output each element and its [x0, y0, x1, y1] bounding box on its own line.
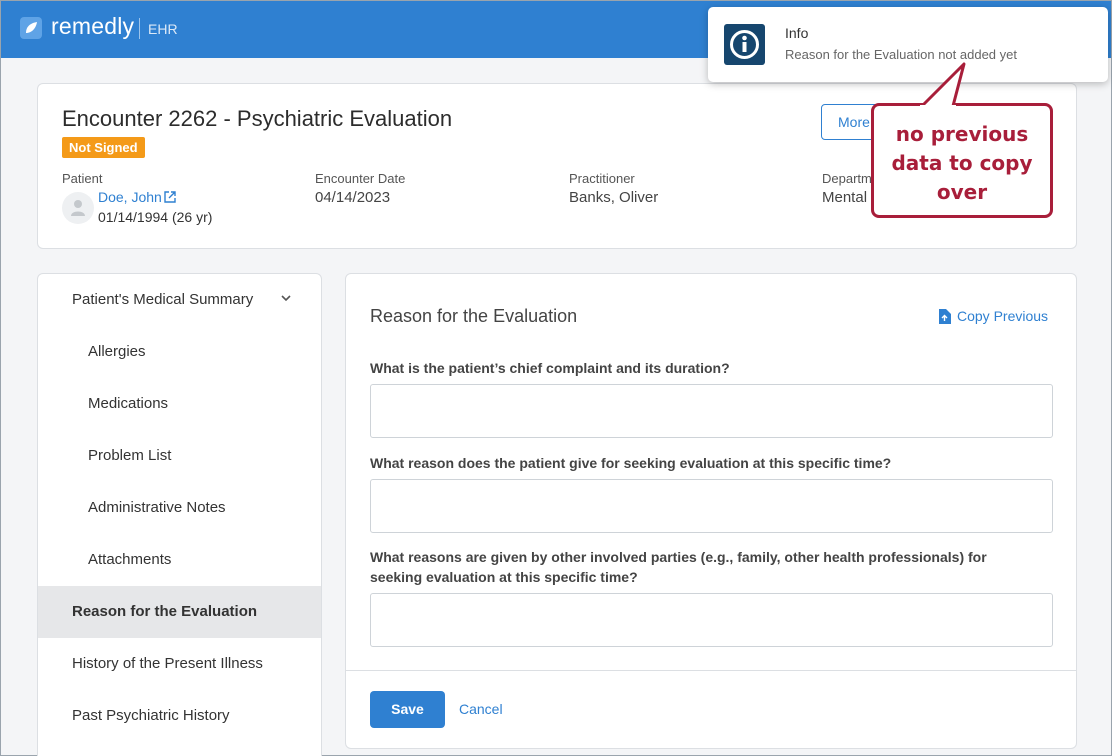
copy-document-icon[interactable]	[938, 309, 951, 324]
status-badge: Not Signed	[62, 137, 145, 158]
patient-name-link[interactable]: Doe, John	[98, 189, 176, 205]
sidebar-item-allergies[interactable]: Allergies	[38, 326, 321, 378]
sidebar-item-problem-list[interactable]: Problem List	[38, 430, 321, 482]
section-title: Reason for the Evaluation	[370, 306, 578, 326]
remedly-logo-icon	[20, 17, 42, 39]
copy-previous-button[interactable]: Copy Previous	[938, 308, 1048, 324]
brand-name[interactable]: remedly	[51, 13, 134, 40]
annotation-callout: no previous data to copy over	[871, 103, 1053, 218]
sidebar-item-medical-summary[interactable]: Patient's Medical Summary	[38, 274, 321, 326]
logo-divider	[139, 18, 140, 39]
chief-complaint-input[interactable]	[370, 384, 1053, 438]
toast-message: Reason for the Evaluation not added yet	[785, 47, 1017, 62]
evaluation-form-card: Reason for the Evaluation Copy Previous …	[345, 273, 1077, 749]
sidebar-item-reason-for-evaluation[interactable]: Reason for the Evaluation	[38, 586, 321, 638]
patient-label: Patient	[62, 171, 103, 186]
page-title: Encounter 2262 - Psychiatric Evaluation	[62, 106, 453, 131]
cancel-button[interactable]: Cancel	[459, 701, 503, 717]
encounter-date-value: 04/14/2023	[315, 189, 391, 206]
department-value: Mental	[822, 189, 868, 206]
sidebar-item-administrative-notes[interactable]: Administrative Notes	[38, 482, 321, 534]
question-1-label: What is the patient’s chief complaint an…	[370, 360, 730, 376]
other-parties-reasons-input[interactable]	[370, 593, 1053, 647]
save-button[interactable]: Save	[370, 691, 445, 728]
encounter-date-label: Encounter Date	[315, 171, 406, 186]
module-name: EHR	[148, 21, 178, 37]
sidebar-item-history-present-illness[interactable]: History of the Present Illness	[38, 638, 321, 690]
question-3-label: What reasons are given by other involved…	[370, 549, 987, 585]
annotation-text: no previous data to copy over	[891, 122, 1033, 204]
sidebar-item-label: Patient's Medical Summary	[72, 291, 254, 308]
practitioner-label: Practitioner	[569, 171, 635, 186]
info-icon	[724, 24, 765, 65]
department-label: Departm	[822, 171, 872, 186]
patient-avatar-icon	[62, 192, 94, 224]
patient-name[interactable]: Doe, John	[98, 189, 162, 205]
sidebar-navigation: Patient's Medical Summary Allergies Medi…	[37, 273, 322, 756]
question-2-label: What reason does the patient give for se…	[370, 455, 892, 471]
external-link-icon[interactable]	[164, 191, 176, 203]
copy-previous-label[interactable]: Copy Previous	[957, 308, 1048, 324]
practitioner-value: Banks, Oliver	[569, 189, 659, 206]
chevron-down-icon[interactable]	[281, 295, 291, 302]
sidebar-item-past-psychiatric-history[interactable]: Past Psychiatric History	[38, 690, 321, 742]
sidebar-item-medications[interactable]: Medications	[38, 378, 321, 430]
info-toast[interactable]: Info Reason for the Evaluation not added…	[708, 7, 1108, 82]
seeking-evaluation-reason-input[interactable]	[370, 479, 1053, 533]
form-footer-divider	[346, 670, 1076, 671]
patient-dob: 01/14/1994 (26 yr)	[98, 209, 213, 225]
toast-title: Info	[785, 25, 809, 41]
sidebar-item-attachments[interactable]: Attachments	[38, 534, 321, 586]
callout-pointer	[920, 62, 966, 108]
